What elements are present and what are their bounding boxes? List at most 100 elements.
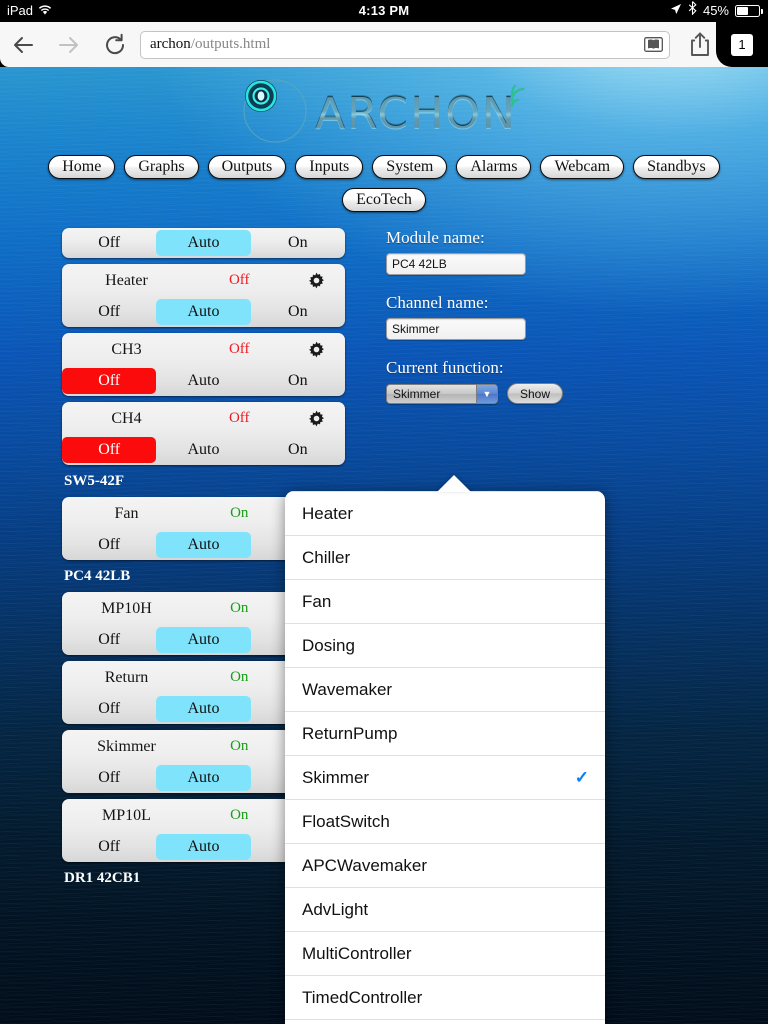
- module-name-label: Module name:: [386, 228, 485, 247]
- wireless-signal-icon: [507, 76, 535, 116]
- show-button[interactable]: Show: [507, 383, 564, 404]
- dropdown-option-dosing[interactable]: Dosing: [285, 623, 605, 667]
- output-auto-button[interactable]: Auto: [156, 437, 250, 463]
- popover-arrow: [437, 475, 471, 492]
- output-on-button[interactable]: On: [251, 368, 345, 394]
- settings-gear-icon[interactable]: [292, 272, 342, 289]
- dropdown-option-advlight[interactable]: AdvLight: [285, 887, 605, 931]
- output-off-button[interactable]: Off: [62, 532, 156, 558]
- output-panel-clipped: Off Auto On: [62, 228, 345, 258]
- dropdown-option-mlc[interactable]: MLC: [285, 1019, 605, 1024]
- output-auto-button[interactable]: Auto: [156, 696, 251, 722]
- nav-item-home[interactable]: Home: [48, 155, 116, 179]
- option-label: Skimmer: [302, 767, 370, 787]
- output-off-button[interactable]: Off: [62, 299, 156, 325]
- nav-item-outputs[interactable]: Outputs: [207, 155, 287, 179]
- output-auto-button[interactable]: Auto: [156, 627, 251, 653]
- output-channel-name: CH3: [111, 340, 142, 358]
- archon-circle-logo-icon: [233, 78, 319, 149]
- output-channel-name: Heater: [105, 271, 148, 289]
- channel-name-input[interactable]: [386, 318, 526, 340]
- nav-item-inputs[interactable]: Inputs: [295, 155, 364, 179]
- nav-item-graphs[interactable]: Graphs: [124, 155, 199, 179]
- output-off-button[interactable]: Off: [62, 368, 157, 394]
- output-auto-button[interactable]: Auto: [156, 368, 250, 394]
- settings-gear-icon[interactable]: [292, 410, 342, 427]
- output-on-button[interactable]: On: [251, 230, 345, 256]
- option-label: ReturnPump: [302, 723, 398, 743]
- output-off-button[interactable]: Off: [62, 765, 156, 791]
- output-auto-button[interactable]: Auto: [156, 532, 251, 558]
- output-mode-buttons: Off Auto On: [62, 366, 345, 396]
- option-label: Wavemaker: [302, 679, 393, 699]
- nav-item-system[interactable]: System: [372, 155, 448, 179]
- status-bar-right: 45%: [670, 0, 768, 22]
- url-text: archon/outputs.html: [150, 36, 270, 53]
- output-off-button[interactable]: Off: [62, 696, 156, 722]
- site-header: ARCHON: [0, 67, 768, 153]
- output-channel-name: Return: [104, 668, 149, 686]
- module-name-input[interactable]: [386, 253, 526, 275]
- output-auto-button[interactable]: Auto: [156, 299, 251, 325]
- ios-status-bar: iPad 4:13 PM 45%: [0, 0, 768, 22]
- tab-count-button[interactable]: 1: [716, 22, 768, 67]
- chevron-down-icon: ▼: [476, 384, 497, 403]
- output-channel-name: Fan: [114, 504, 139, 522]
- nav-item-webcam[interactable]: Webcam: [540, 155, 625, 179]
- output-on-button[interactable]: On: [251, 437, 345, 463]
- dropdown-option-floatswitch[interactable]: FloatSwitch: [285, 799, 605, 843]
- output-mode-buttons: Off Auto On: [62, 435, 345, 465]
- option-label: Chiller: [302, 547, 351, 567]
- function-dropdown-popover: Heater Chiller Fan Dosing Wavemaker Retu…: [285, 491, 605, 1024]
- option-label: FloatSwitch: [302, 811, 390, 831]
- output-panel-ch3: CH3 Off Off Auto On: [62, 333, 345, 396]
- output-off-button[interactable]: Off: [62, 834, 156, 860]
- nav-item-alarms[interactable]: Alarms: [456, 155, 532, 179]
- module-header-sw5: SW5-42F: [64, 473, 124, 489]
- forward-arrow-icon[interactable]: [46, 22, 92, 67]
- output-auto-button[interactable]: Auto: [156, 230, 251, 256]
- back-arrow-icon[interactable]: [0, 22, 46, 67]
- option-label: Heater: [302, 503, 354, 523]
- output-off-button[interactable]: Off: [62, 627, 156, 653]
- dropdown-option-skimmer[interactable]: Skimmer ✓: [285, 755, 605, 799]
- output-header: CH3 Off: [62, 333, 345, 366]
- nav-item-standbys[interactable]: Standbys: [633, 155, 720, 179]
- output-on-button[interactable]: On: [251, 299, 345, 325]
- output-header: CH4 Off: [62, 402, 345, 435]
- reader-view-icon[interactable]: [644, 37, 663, 52]
- dropdown-option-apcwavemaker[interactable]: APCWavemaker: [285, 843, 605, 887]
- nav-item-ecotech[interactable]: EcoTech: [342, 188, 426, 212]
- output-channel-name: Skimmer: [97, 737, 156, 755]
- output-status: On: [230, 505, 249, 521]
- bluetooth-icon: [688, 0, 697, 22]
- current-function-select[interactable]: Skimmer ▼: [386, 383, 498, 404]
- dropdown-option-multicontroller[interactable]: MultiController: [285, 931, 605, 975]
- output-mode-buttons: Off Auto On: [62, 228, 345, 258]
- output-channel-name: MP10L: [102, 806, 151, 824]
- url-input[interactable]: archon/outputs.html: [140, 30, 670, 59]
- reload-icon[interactable]: [92, 22, 138, 67]
- dropdown-option-heater[interactable]: Heater: [285, 491, 605, 535]
- primary-nav: Home Graphs Outputs Inputs System Alarms…: [0, 155, 768, 179]
- output-header: Heater Off: [62, 264, 345, 297]
- dropdown-option-chiller[interactable]: Chiller: [285, 535, 605, 579]
- option-label: TimedController: [302, 987, 423, 1007]
- output-auto-button[interactable]: Auto: [156, 765, 251, 791]
- url-path: /outputs.html: [190, 36, 271, 52]
- dropdown-option-timedcontroller[interactable]: TimedController: [285, 975, 605, 1019]
- secondary-nav: EcoTech: [0, 188, 768, 212]
- output-auto-button[interactable]: Auto: [156, 834, 251, 860]
- dropdown-option-returnpump[interactable]: ReturnPump: [285, 711, 605, 755]
- output-off-button[interactable]: Off: [62, 230, 156, 256]
- function-row: Skimmer ▼ Show: [386, 383, 716, 404]
- option-label: APCWavemaker: [302, 855, 428, 875]
- dropdown-option-wavemaker[interactable]: Wavemaker: [285, 667, 605, 711]
- settings-gear-icon[interactable]: [292, 341, 342, 358]
- output-off-button[interactable]: Off: [62, 437, 157, 463]
- output-status: On: [230, 669, 249, 685]
- output-channel-name: CH4: [111, 409, 142, 427]
- tab-count-label: 1: [731, 33, 753, 56]
- dropdown-option-fan[interactable]: Fan: [285, 579, 605, 623]
- output-mode-buttons: Off Auto On: [62, 297, 345, 327]
